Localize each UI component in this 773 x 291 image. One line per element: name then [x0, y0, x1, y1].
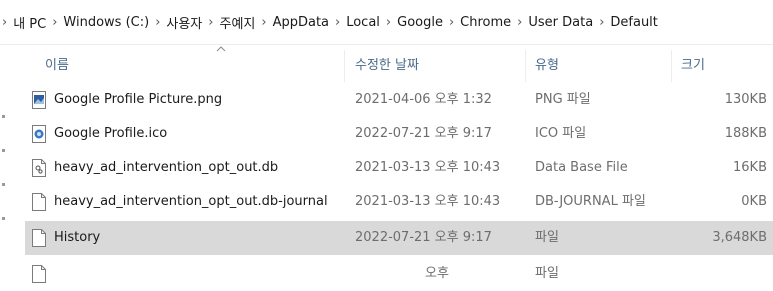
file-row[interactable]: 오후 파일	[25, 257, 773, 291]
chevron-right-icon[interactable]: ›	[208, 15, 213, 30]
breadcrumb-item-user-data[interactable]: User Data	[528, 15, 593, 30]
header-divider	[0, 44, 773, 45]
file-size: 3,648KB	[712, 230, 767, 245]
file-row[interactable]: Google Profile Picture.png 2021-04-06 오후…	[25, 83, 773, 117]
chevron-right-icon[interactable]: ›	[2, 15, 7, 30]
file-name: History	[54, 230, 101, 245]
file-date: 2021-03-13 오후 10:43	[355, 160, 501, 175]
breadcrumb-item-this-pc[interactable]: 내 PC	[13, 13, 46, 32]
file-date: 2021-03-13 오후 10:43	[355, 194, 501, 209]
file-row[interactable]: heavy_ad_intervention_opt_out.db 2021-03…	[25, 151, 773, 185]
blank-file-icon	[32, 193, 46, 211]
breadcrumb-item-users[interactable]: 사용자	[166, 13, 202, 32]
file-type: Data Base File	[535, 160, 628, 175]
file-date: 오후	[425, 266, 449, 281]
breadcrumb-item-drive[interactable]: Windows (C:)	[63, 15, 149, 30]
file-name: Google Profile.ico	[54, 126, 168, 141]
column-header-date[interactable]: 수정한 날짜	[355, 46, 419, 86]
pane-marker	[2, 149, 5, 152]
file-type: DB-JOURNAL 파일	[535, 194, 646, 209]
ico-file-icon	[32, 125, 46, 143]
chevron-right-icon[interactable]: ›	[599, 15, 604, 30]
file-type: 파일	[535, 230, 559, 245]
sort-ascending-icon	[216, 46, 226, 52]
file-size: 188KB	[724, 126, 767, 141]
breadcrumb-item-chrome[interactable]: Chrome	[460, 15, 511, 30]
file-size: 130KB	[724, 92, 767, 107]
file-size: 0KB	[741, 194, 767, 209]
column-header-size[interactable]: 크기	[681, 46, 705, 86]
chevron-right-icon[interactable]: ›	[261, 15, 266, 30]
file-size: 16KB	[733, 160, 767, 175]
database-file-icon	[32, 159, 46, 177]
column-header-type[interactable]: 유형	[535, 46, 559, 86]
column-header-name[interactable]: 이름	[45, 46, 69, 86]
breadcrumb-item-google[interactable]: Google	[397, 15, 443, 30]
file-name: Google Profile Picture.png	[54, 92, 223, 107]
file-date: 2021-04-06 오후 1:32	[355, 92, 492, 107]
file-date: 2022-07-21 오후 9:17	[355, 230, 492, 245]
file-row-selected[interactable]: History 2022-07-21 오후 9:17 파일 3,648KB	[25, 221, 773, 255]
breadcrumb-item-user[interactable]: 주예지	[219, 13, 255, 32]
breadcrumb: › 내 PC › Windows (C:) › 사용자 › 주예지 › AppD…	[0, 0, 773, 44]
file-type: ICO 파일	[535, 126, 587, 141]
chevron-right-icon[interactable]: ›	[335, 15, 340, 30]
breadcrumb-item-local[interactable]: Local	[346, 15, 380, 30]
file-type: PNG 파일	[535, 92, 591, 107]
breadcrumb-item-appdata[interactable]: AppData	[273, 15, 329, 30]
blank-file-icon	[32, 229, 46, 247]
file-row[interactable]: Google Profile.ico 2022-07-21 오후 9:17 IC…	[25, 117, 773, 151]
pane-marker	[2, 183, 5, 186]
chevron-right-icon[interactable]: ›	[517, 15, 522, 30]
pane-marker	[2, 217, 5, 220]
pane-marker	[2, 115, 5, 118]
file-date: 2022-07-21 오후 9:17	[355, 126, 492, 141]
breadcrumb-item-default[interactable]: Default	[610, 15, 658, 30]
file-row[interactable]: heavy_ad_intervention_opt_out.db-journal…	[25, 185, 773, 219]
chevron-right-icon[interactable]: ›	[449, 15, 454, 30]
file-name: heavy_ad_intervention_opt_out.db-journal	[54, 194, 328, 209]
image-file-icon	[32, 91, 46, 109]
column-divider[interactable]	[525, 50, 526, 82]
chevron-right-icon[interactable]: ›	[52, 15, 57, 30]
chevron-right-icon[interactable]: ›	[155, 15, 160, 30]
column-divider[interactable]	[671, 50, 672, 82]
column-divider[interactable]	[344, 50, 345, 82]
file-name: heavy_ad_intervention_opt_out.db	[54, 160, 279, 175]
file-type: 파일	[535, 266, 559, 281]
chevron-right-icon[interactable]: ›	[386, 15, 391, 30]
